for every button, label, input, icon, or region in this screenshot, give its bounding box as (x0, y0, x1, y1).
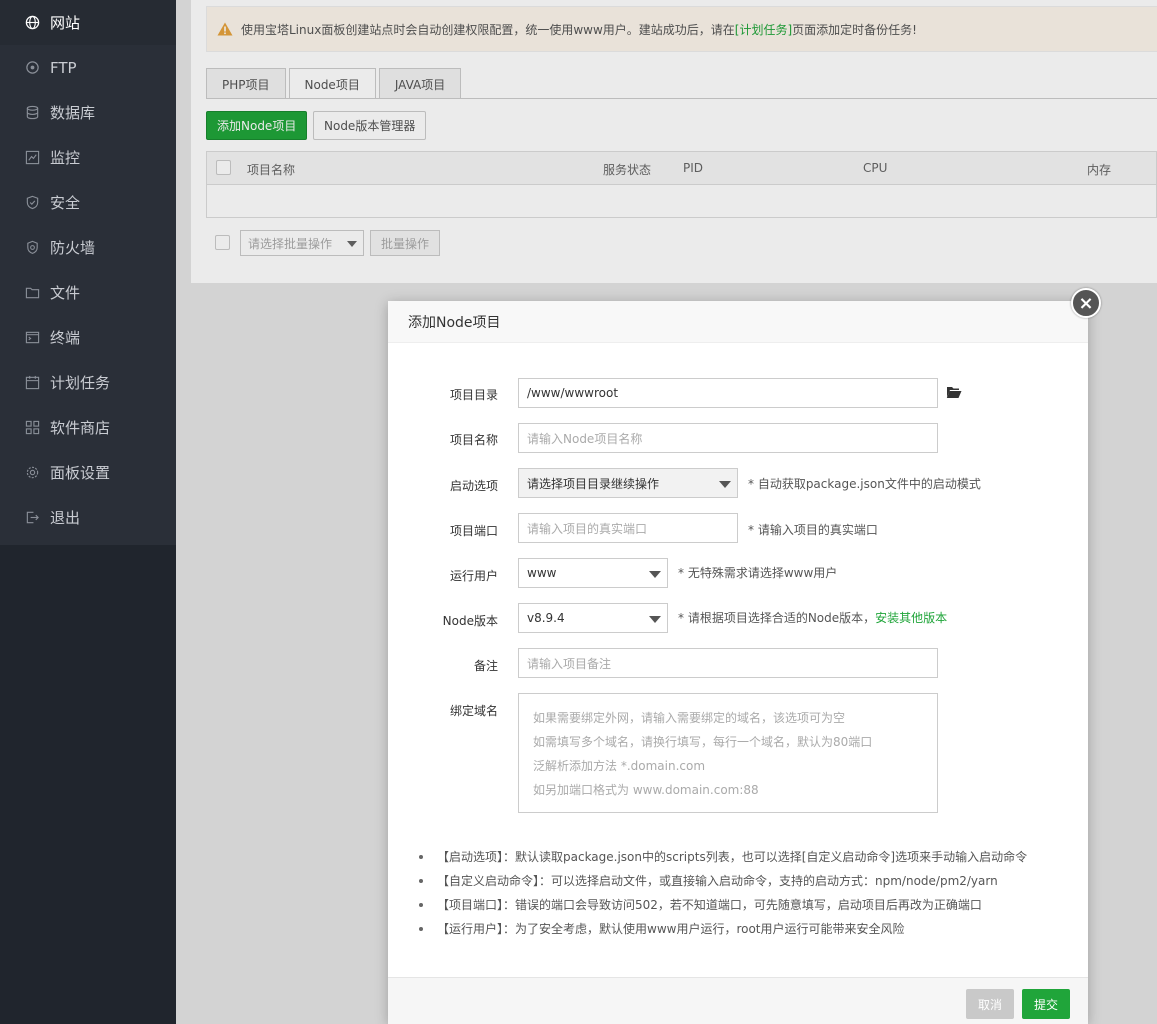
close-icon[interactable]: × (1071, 288, 1101, 318)
start-option-value: 请选择项目目录继续操作 (527, 476, 660, 491)
sidebar-item-firewall[interactable]: 防火墙 (0, 225, 176, 270)
field-label: 项目名称 (449, 433, 498, 447)
domain-placeholder-line: 如果需要绑定外网，请输入需要绑定的域名，该选项可为空 (533, 711, 846, 725)
run-user-hint: * 无特殊需求请选择www用户 (678, 566, 838, 580)
shield-icon (24, 195, 40, 211)
field-label: 启动选项 (449, 479, 498, 493)
node-version-hint-text: * 请根据项目选择合适的Node版本， (678, 611, 876, 625)
field-label: 项目目录 (449, 388, 498, 402)
folder-icon (24, 285, 40, 301)
sidebar-item-settings[interactable]: 面板设置 (0, 450, 176, 495)
sidebar-item-files[interactable]: 文件 (0, 270, 176, 315)
sidebar-item-database[interactable]: 数据库 (0, 90, 176, 135)
sidebar-item-label: 终端 (50, 329, 81, 347)
ftp-icon (24, 60, 40, 76)
bind-domain-textarea[interactable]: 如果需要绑定外网，请输入需要绑定的域名，该选项可为空 如需填写多个域名，请换行填… (518, 693, 938, 813)
sidebar-item-label: 防火墙 (50, 239, 96, 257)
calendar-icon (24, 375, 40, 391)
field-bind-domain: 绑定域名 如果需要绑定外网，请输入需要绑定的域名，该选项可为空 如需填写多个域名… (388, 693, 1088, 813)
dialog-footer: 取消 提交 (388, 977, 1088, 1024)
start-option-hint: * 自动获取package.json文件中的启动模式 (748, 477, 981, 491)
sidebar-item-monitor[interactable]: 监控 (0, 135, 176, 180)
domain-placeholder-line: 泛解析添加方法 *.domain.com (533, 759, 706, 773)
tip-item: 【自定义启动命令】：可以选择启动文件，或直接输入启动命令，支持的启动方式：npm… (418, 873, 1078, 897)
field-remark: 备注 请输入项目备注 (388, 648, 1088, 678)
chevron-down-icon (719, 481, 731, 488)
field-run-user: 运行用户 www * 无特殊需求请选择www用户 (388, 558, 1088, 588)
firewall-icon (24, 240, 40, 256)
terminal-icon (24, 330, 40, 346)
domain-placeholder-line: 如需填写多个域名，请换行填写，每行一个域名，默认为80端口 (533, 735, 873, 749)
sidebar-item-terminal[interactable]: 终端 (0, 315, 176, 360)
dialog-title: 添加Node项目 (388, 301, 1088, 343)
monitor-icon (24, 150, 40, 166)
sidebar-item-label: 计划任务 (50, 374, 111, 392)
run-user-select[interactable]: www (518, 558, 668, 588)
logout-icon (24, 510, 40, 526)
project-name-input[interactable]: 请输入Node项目名称 (518, 423, 938, 453)
node-version-hint: * 请根据项目选择合适的Node版本，安装其他版本 (678, 609, 947, 626)
field-project-dir: 项目目录 /www/wwwroot (388, 378, 1088, 408)
globe-icon (24, 15, 40, 31)
field-project-port: 项目端口 请输入项目的真实端口 * 请输入项目的真实端口 (388, 513, 1088, 543)
sidebar-item-logout[interactable]: 退出 (0, 495, 176, 540)
chevron-down-icon (649, 616, 661, 623)
field-label: 备注 (473, 659, 498, 673)
run-user-value: www (527, 566, 557, 580)
folder-open-icon[interactable] (946, 385, 962, 399)
chevron-down-icon (649, 571, 661, 578)
help-tips: 【启动选项】：默认读取package.json中的scripts列表，也可以选择… (418, 849, 1078, 945)
database-icon (24, 105, 40, 121)
project-port-input[interactable]: 请输入项目的真实端口 (518, 513, 738, 543)
gear-icon (24, 465, 40, 481)
sidebar-item-website[interactable]: 网站 (0, 0, 176, 45)
sidebar-item-label: 软件商店 (50, 419, 111, 437)
cancel-button[interactable]: 取消 (966, 989, 1014, 1019)
sidebar-item-label: 数据库 (50, 104, 96, 122)
field-label: 运行用户 (449, 569, 498, 583)
sidebar-item-label: FTP (50, 58, 77, 77)
sidebar: 网站 FTP 数据库 监控 安全 防火墙 文件 终端 计划任务 软件商店 面板设… (0, 0, 176, 1024)
field-label: Node版本 (442, 614, 498, 628)
tip-item: 【项目端口】：错误的端口会导致访问502，若不知道端口，可先随意填写，启动项目后… (418, 897, 1078, 921)
field-label: 绑定域名 (449, 704, 498, 718)
node-version-select[interactable]: v8.9.4 (518, 603, 668, 633)
add-node-project-dialog: 添加Node项目 项目目录 /www/wwwroot 项目名称 请输入Node项… (388, 301, 1088, 1024)
domain-placeholder-line: 如另加端口格式为 www.domain.com:88 (533, 783, 759, 797)
sidebar-item-label: 退出 (50, 509, 81, 527)
field-project-name: 项目名称 请输入Node项目名称 (388, 423, 1088, 453)
sidebar-item-ftp[interactable]: FTP (0, 45, 176, 90)
sidebar-item-label: 面板设置 (50, 464, 111, 482)
tip-item: 【运行用户】：为了安全考虑，默认使用www用户运行，root用户运行可能带来安全… (418, 921, 1078, 945)
field-node-version: Node版本 v8.9.4 * 请根据项目选择合适的Node版本，安装其他版本 (388, 603, 1088, 633)
project-dir-input[interactable]: /www/wwwroot (518, 378, 938, 408)
submit-button[interactable]: 提交 (1022, 989, 1070, 1019)
grid-icon (24, 420, 40, 436)
sidebar-item-label: 文件 (50, 284, 81, 302)
node-version-value: v8.9.4 (527, 611, 565, 625)
sidebar-item-store[interactable]: 软件商店 (0, 405, 176, 450)
project-port-hint: * 请输入项目的真实端口 (748, 523, 878, 537)
sidebar-item-cron[interactable]: 计划任务 (0, 360, 176, 405)
remark-input[interactable]: 请输入项目备注 (518, 648, 938, 678)
sidebar-item-label: 安全 (50, 194, 81, 212)
sidebar-item-security[interactable]: 安全 (0, 180, 176, 225)
start-option-select[interactable]: 请选择项目目录继续操作 (518, 468, 738, 498)
sidebar-item-label: 监控 (50, 149, 81, 167)
sidebar-menu: 网站 FTP 数据库 监控 安全 防火墙 文件 终端 计划任务 软件商店 面板设… (0, 0, 176, 545)
sidebar-item-label: 网站 (50, 14, 81, 32)
tip-item: 【启动选项】：默认读取package.json中的scripts列表，也可以选择… (418, 849, 1078, 873)
install-other-version-link[interactable]: 安装其他版本 (875, 611, 947, 625)
field-label: 项目端口 (449, 524, 498, 538)
field-start-option: 启动选项 请选择项目目录继续操作 * 自动获取package.json文件中的启… (388, 468, 1088, 498)
